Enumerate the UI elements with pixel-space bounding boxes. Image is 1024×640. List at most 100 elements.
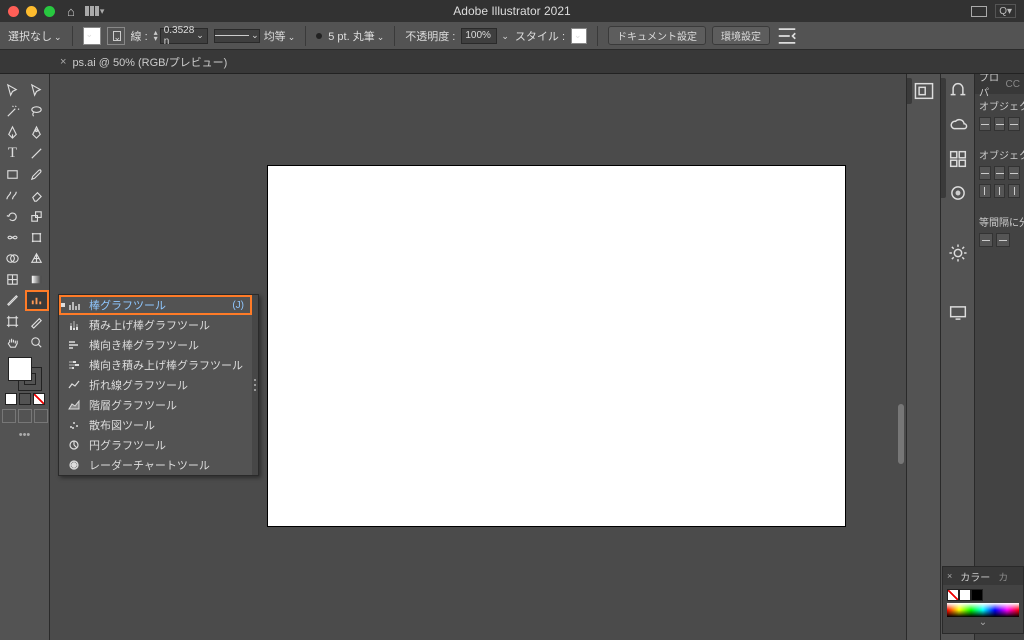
- minimize-window-icon[interactable]: [26, 6, 37, 17]
- align-left-icon[interactable]: [979, 117, 991, 131]
- direct-selection-tool[interactable]: [25, 80, 49, 101]
- eyedropper-tool[interactable]: [1, 290, 25, 311]
- fill-box[interactable]: [8, 357, 32, 381]
- panel-close-icon[interactable]: ×: [947, 571, 952, 581]
- dock-tab-handle[interactable]: [907, 78, 912, 104]
- color-mode-icon[interactable]: [5, 393, 17, 405]
- align-icon[interactable]: [776, 26, 798, 45]
- artboard-tool[interactable]: [1, 311, 25, 332]
- gradient-mode-icon[interactable]: [19, 393, 31, 405]
- flyout-stacked-bar-graph[interactable]: 横向き積み上げ棒グラフツール: [59, 355, 252, 375]
- eraser-tool[interactable]: [25, 185, 49, 206]
- perspective-tool[interactable]: [25, 248, 49, 269]
- rotate-tool[interactable]: [1, 206, 25, 227]
- flyout-scatter-graph[interactable]: 散布図ツール: [59, 415, 252, 435]
- color-panel-tab2[interactable]: カ: [998, 569, 1008, 584]
- magic-wand-tool[interactable]: [1, 101, 25, 122]
- column-graph-tool[interactable]: [25, 290, 49, 311]
- type-tool[interactable]: T: [1, 143, 25, 164]
- flyout-label: レーダーチャートツール: [89, 457, 210, 473]
- pen-tool[interactable]: [1, 122, 25, 143]
- align-icon[interactable]: [1008, 166, 1020, 180]
- color-spectrum[interactable]: [947, 603, 1019, 617]
- cloud-icon[interactable]: [947, 114, 969, 136]
- white-swatch[interactable]: [959, 589, 971, 601]
- edit-toolbar-icon[interactable]: •••: [19, 429, 31, 441]
- width-tool[interactable]: [1, 227, 25, 248]
- stroke-weight-value[interactable]: 0.3528 n: [160, 28, 208, 44]
- none-mode-icon[interactable]: [33, 393, 45, 405]
- tearoff-handle[interactable]: [252, 295, 258, 475]
- graphic-style-swatch[interactable]: [571, 28, 587, 44]
- slice-tool[interactable]: [25, 311, 49, 332]
- lasso-tool[interactable]: [25, 101, 49, 122]
- stroke-weight-field[interactable]: ▴▾ 0.3528 n: [154, 28, 208, 44]
- sun-icon[interactable]: [947, 242, 969, 264]
- none-swatch-icon[interactable]: [947, 589, 959, 601]
- align-icon[interactable]: [979, 184, 991, 198]
- panel-expand-icon[interactable]: ⌄: [947, 617, 1019, 629]
- align-right-icon[interactable]: [1008, 117, 1020, 131]
- document-setup-button[interactable]: ドキュメント設定: [608, 26, 706, 45]
- arrange-docs-icon[interactable]: [971, 6, 987, 17]
- fill-swatch[interactable]: [83, 27, 101, 45]
- libraries-icon[interactable]: [913, 80, 935, 102]
- close-window-icon[interactable]: [8, 6, 19, 17]
- distribute-icon[interactable]: [996, 233, 1010, 247]
- zoom-tool[interactable]: [25, 332, 49, 353]
- monitor-icon[interactable]: [947, 302, 969, 324]
- line-tool[interactable]: [25, 143, 49, 164]
- vertical-scrollbar[interactable]: [898, 404, 904, 464]
- flyout-bar-graph[interactable]: 横向き棒グラフツール: [59, 335, 252, 355]
- scale-tool[interactable]: [25, 206, 49, 227]
- preferences-button[interactable]: 環境設定: [712, 26, 770, 45]
- align-icon[interactable]: [979, 166, 991, 180]
- color-panel-tab[interactable]: カラー: [960, 569, 990, 584]
- flyout-stacked-column-graph[interactable]: 積み上げ棒グラフツール: [59, 315, 252, 335]
- opacity-chevron-icon[interactable]: [499, 30, 509, 42]
- align-icon[interactable]: [994, 166, 1006, 180]
- flyout-area-graph[interactable]: 階層グラフツール: [59, 395, 252, 415]
- document-tab-label[interactable]: ps.ai @ 50% (RGB/プレビュー): [72, 54, 227, 70]
- rectangle-tool[interactable]: [1, 164, 25, 185]
- stroke-swatch[interactable]: [107, 27, 125, 45]
- gradient-tool[interactable]: [25, 269, 49, 290]
- fill-stroke-indicator[interactable]: [8, 357, 42, 391]
- draw-behind-icon[interactable]: [18, 409, 32, 423]
- flyout-pie-graph[interactable]: 円グラフツール: [59, 435, 252, 455]
- brush-label[interactable]: 5 pt. 丸筆: [328, 28, 384, 44]
- flyout-radar-graph[interactable]: レーダーチャートツール: [59, 455, 252, 475]
- appearance-icon[interactable]: [947, 182, 969, 204]
- workspace-switcher-icon[interactable]: ▾: [85, 6, 105, 17]
- selection-indicator[interactable]: 選択なし: [8, 28, 62, 44]
- tab-cc[interactable]: CC: [1006, 79, 1020, 90]
- mesh-tool[interactable]: [1, 269, 25, 290]
- swatches-icon[interactable]: [947, 148, 969, 170]
- black-swatch[interactable]: [971, 589, 983, 601]
- draw-normal-icon[interactable]: [2, 409, 16, 423]
- align-icon[interactable]: [994, 184, 1006, 198]
- zoom-window-icon[interactable]: [44, 6, 55, 17]
- dock-tab-handle[interactable]: [941, 78, 946, 198]
- home-icon[interactable]: ⌂: [67, 4, 75, 19]
- close-tab-icon[interactable]: ×: [60, 56, 66, 68]
- distribute-icon[interactable]: [979, 233, 993, 247]
- snap-icon[interactable]: [947, 80, 969, 102]
- flyout-column-graph[interactable]: 棒グラフツール (J): [59, 295, 252, 315]
- curvature-tool[interactable]: [25, 122, 49, 143]
- flyout-line-graph[interactable]: 折れ線グラフツール: [59, 375, 252, 395]
- free-transform-tool[interactable]: [25, 227, 49, 248]
- search-field[interactable]: Q▾: [995, 4, 1016, 18]
- selection-tool[interactable]: [1, 80, 25, 101]
- align-icon[interactable]: [1008, 184, 1020, 198]
- opacity-value[interactable]: 100%: [461, 28, 497, 44]
- shaper-tool[interactable]: [1, 185, 25, 206]
- hand-tool[interactable]: [1, 332, 25, 353]
- align-hcenter-icon[interactable]: [994, 117, 1006, 131]
- shape-builder-tool[interactable]: [1, 248, 25, 269]
- paintbrush-tool[interactable]: [25, 164, 49, 185]
- stepper-icon[interactable]: ▴▾: [154, 30, 158, 42]
- stroke-profile[interactable]: [214, 29, 260, 43]
- artboard[interactable]: [268, 166, 845, 526]
- draw-inside-icon[interactable]: [34, 409, 48, 423]
